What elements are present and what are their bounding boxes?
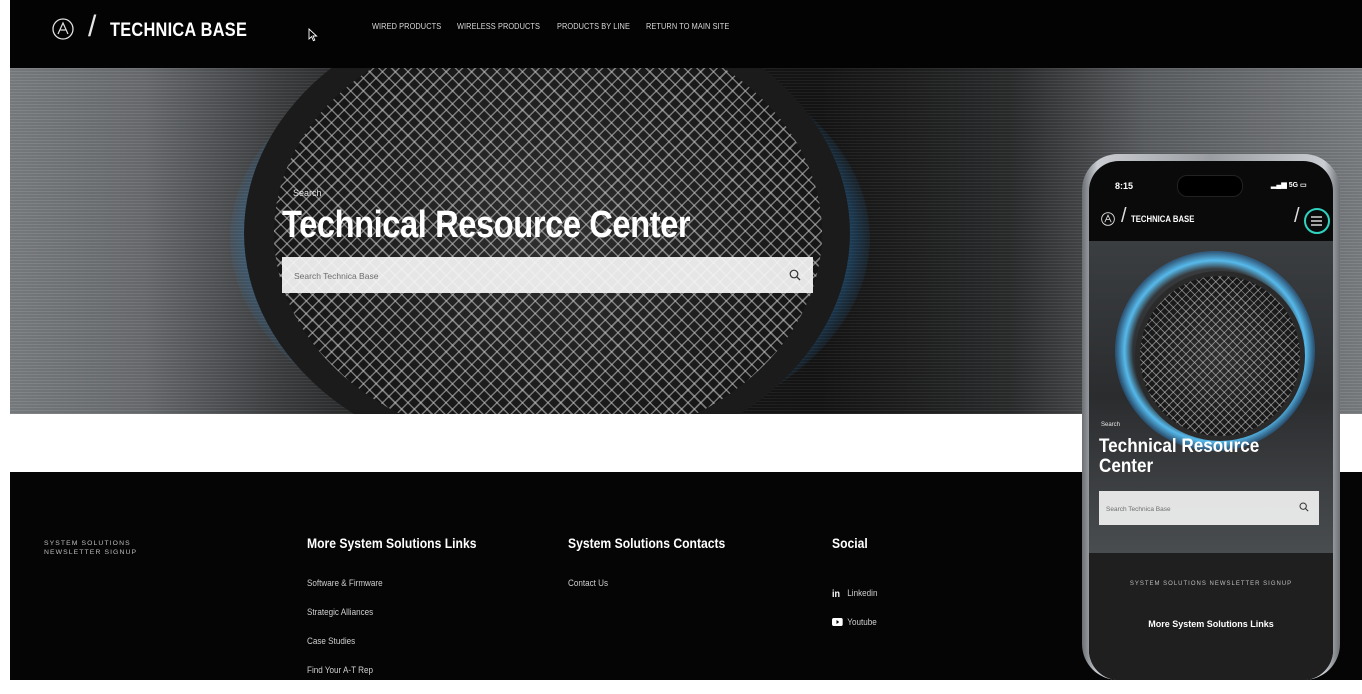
- phone-newsletter-link[interactable]: SYSTEM SOLUTIONS NEWSLETTER SIGNUP: [1089, 581, 1333, 587]
- phone-hero: Search Technical Resource Center: [1089, 241, 1333, 553]
- phone-logo-text[interactable]: TECHNICA BASE: [1131, 214, 1194, 224]
- footer-column-social: Social in Linkedin Youtube: [832, 536, 883, 636]
- search-icon[interactable]: [789, 269, 801, 281]
- phone-search-input[interactable]: [1104, 491, 1288, 527]
- phone-footer: SYSTEM SOLUTIONS NEWSLETTER SIGNUP More …: [1089, 553, 1333, 680]
- hero-eyebrow: Search: [293, 188, 322, 198]
- audio-technica-logo-icon[interactable]: [52, 18, 74, 40]
- phone-status-time: 8:15: [1115, 181, 1134, 191]
- footer-link-case-studies[interactable]: Case Studies: [307, 636, 476, 665]
- phone-search-icon[interactable]: [1299, 502, 1309, 512]
- battery-icon: ▭: [1299, 182, 1307, 189]
- nav-return-to-main-site[interactable]: RETURN TO MAIN SITE: [646, 22, 729, 31]
- logo-divider-slash: /: [88, 10, 97, 43]
- phone-mockup: 8:15 ▂▄▆ 5G ▭ / TECHNICA BASE / Search T…: [1082, 154, 1340, 680]
- search-input[interactable]: [292, 257, 776, 295]
- footer-heading-contacts: System Solutions Contacts: [568, 536, 726, 551]
- footer-link-strategic-alliances[interactable]: Strategic Alliances: [307, 607, 476, 636]
- phone-logo-icon[interactable]: [1101, 212, 1115, 226]
- newsletter-line-1: SYSTEM SOLUTIONS: [44, 540, 131, 547]
- footer-column-links: More System Solutions Links Software & F…: [307, 536, 495, 694]
- footer-column-contacts: System Solutions Contacts Contact Us: [568, 536, 743, 607]
- phone-dynamic-island: [1177, 175, 1243, 197]
- nav-products-by-line[interactable]: PRODUCTS BY LINE: [557, 22, 630, 31]
- svg-text:in: in: [832, 588, 840, 597]
- nav-wired-products[interactable]: WIRED PRODUCTS: [372, 22, 441, 31]
- search-bar: [282, 257, 813, 295]
- phone-menu-slash: /: [1294, 205, 1300, 227]
- youtube-icon: [832, 617, 843, 626]
- site-logo-text[interactable]: TECHNICA BASE: [110, 20, 247, 42]
- newsletter-line-2: NEWSLETTER SIGNUP: [44, 549, 138, 556]
- footer-link-contact-us[interactable]: Contact Us: [568, 578, 725, 607]
- social-link-youtube[interactable]: Youtube: [832, 607, 877, 636]
- mouse-cursor-icon: [308, 28, 318, 42]
- linkedin-icon: in: [832, 588, 840, 597]
- phone-status-icons: ▂▄▆ 5G ▭: [1271, 181, 1307, 189]
- hamburger-icon: [1311, 216, 1322, 226]
- phone-screen: 8:15 ▂▄▆ 5G ▭ / TECHNICA BASE / Search T…: [1089, 161, 1333, 680]
- top-nav-bar: / TECHNICA BASE WIRED PRODUCTS WIRELESS …: [10, 0, 1362, 68]
- footer-heading-links: More System Solutions Links: [307, 536, 477, 551]
- phone-logo-slash: /: [1121, 205, 1127, 227]
- main-nav: WIRED PRODUCTS WIRELESS PRODUCTS PRODUCT…: [372, 22, 739, 31]
- phone-page-title: Technical Resource Center: [1099, 436, 1260, 477]
- phone-menu-icon[interactable]: [1304, 208, 1330, 234]
- newsletter-signup-link[interactable]: SYSTEM SOLUTIONS NEWSLETTER SIGNUP: [44, 539, 137, 557]
- page-title: Technical Resource Center: [282, 204, 691, 246]
- phone-hero-eyebrow: Search: [1101, 422, 1121, 428]
- signal-icon: ▂▄▆: [1271, 182, 1287, 189]
- phone-microphone-grille: [1135, 271, 1305, 441]
- footer-link-software-firmware[interactable]: Software & Firmware: [307, 578, 476, 607]
- phone-links-heading[interactable]: More System Solutions Links: [1089, 619, 1333, 629]
- social-link-linkedin[interactable]: in Linkedin: [832, 578, 877, 607]
- page: / TECHNICA BASE WIRED PRODUCTS WIRELESS …: [0, 0, 1362, 680]
- social-label-youtube: Youtube: [847, 616, 877, 627]
- nav-wireless-products[interactable]: WIRELESS PRODUCTS: [457, 22, 540, 31]
- social-label-linkedin: Linkedin: [847, 587, 878, 598]
- footer-heading-social: Social: [832, 536, 868, 551]
- left-margin: [0, 0, 10, 680]
- phone-search-bar: [1099, 491, 1319, 527]
- network-label: 5G: [1288, 182, 1299, 189]
